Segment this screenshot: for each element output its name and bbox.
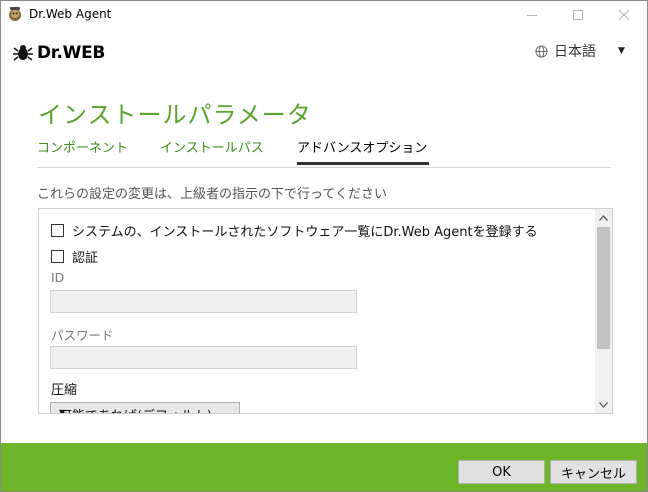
page-title: インストールパラメータ xyxy=(38,101,312,129)
cancel-button[interactable]: キャンセル xyxy=(550,460,637,484)
options-panel: システムの、インストールされたソフトウェア一覧にDr.Web Agentを登録す… xyxy=(38,208,613,414)
advanced-description: これらの設定の変更は、上級者の指示の下で行ってください xyxy=(37,187,387,202)
close-icon xyxy=(619,9,629,20)
language-label: 日本語 xyxy=(554,44,596,60)
drweb-logo: Dr.WEB xyxy=(13,42,105,64)
register-checkbox[interactable] xyxy=(51,224,64,237)
chevron-down-icon: ▼ xyxy=(618,46,625,56)
tab-components[interactable]: コンポーネント xyxy=(37,141,128,165)
close-button[interactable] xyxy=(601,1,647,28)
compression-select[interactable]: 可能であれば(デフォルト) ▼ xyxy=(50,402,240,413)
tab-bar: コンポーネント インストールパス アドバンスオプション xyxy=(37,141,611,168)
auth-label: 認証 xyxy=(72,251,99,266)
scrollbar-thumb[interactable] xyxy=(597,227,610,349)
minimize-icon xyxy=(527,14,537,16)
tab-install-path[interactable]: インストールパス xyxy=(160,141,264,165)
language-selector[interactable]: 日本語 ▼ xyxy=(535,41,625,61)
title-bar: Dr.Web Agent xyxy=(1,1,647,28)
chevron-down-icon: ▼ xyxy=(59,408,66,413)
compression-label: 圧縮 xyxy=(51,383,78,398)
scroll-down-arrow-icon[interactable] xyxy=(595,396,612,413)
auth-checkbox[interactable] xyxy=(51,250,64,263)
globe-icon xyxy=(535,44,548,58)
maximize-icon xyxy=(573,9,583,20)
tab-advanced-options[interactable]: アドバンスオプション xyxy=(297,141,430,165)
register-option[interactable]: システムの、インストールされたソフトウェア一覧にDr.Web Agentを登録す… xyxy=(51,221,538,240)
app-spider-icon xyxy=(9,7,21,21)
id-input[interactable] xyxy=(50,290,357,313)
installer-window: Dr.Web Agent Dr.WEB 日本語 ▼ インストールパラメータ コン… xyxy=(0,0,648,492)
vertical-scrollbar[interactable] xyxy=(595,209,612,413)
id-label: ID xyxy=(51,270,65,285)
scroll-up-arrow-icon[interactable] xyxy=(595,209,612,226)
spider-logo-icon xyxy=(13,45,33,61)
auth-option[interactable]: 認証 xyxy=(51,247,98,266)
ok-button[interactable]: OK xyxy=(458,460,545,484)
maximize-button[interactable] xyxy=(555,1,601,28)
footer-bar: OK キャンセル xyxy=(1,443,647,491)
window-title: Dr.Web Agent xyxy=(29,7,112,21)
password-input[interactable] xyxy=(50,346,357,369)
logo-text: Dr.WEB xyxy=(37,43,106,63)
register-label: システムの、インストールされたソフトウェア一覧にDr.Web Agentを登録す… xyxy=(72,225,538,240)
minimize-button[interactable] xyxy=(509,1,555,28)
options-content: システムの、インストールされたソフトウェア一覧にDr.Web Agentを登録す… xyxy=(39,209,594,413)
password-label: パスワード xyxy=(51,328,114,343)
